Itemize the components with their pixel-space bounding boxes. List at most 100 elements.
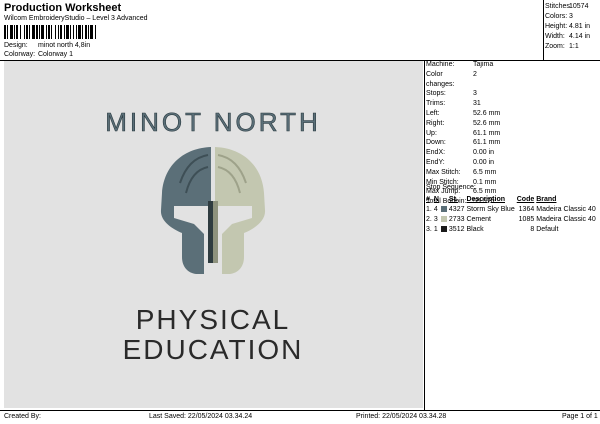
spec-label: Stops: (426, 90, 446, 98)
spec-label: Trims: (426, 100, 446, 108)
spec-label: Max Stitch: (426, 168, 461, 176)
spec-value: 61.1 mm (473, 129, 501, 137)
row-stitches: 3512 (448, 225, 465, 233)
spec-row: Color changes: 2 (426, 70, 500, 90)
barcode (4, 25, 96, 39)
row-stitches: 4327 (448, 205, 465, 213)
table-row: 2. 3 2733 Cement 1085 Madeira Classic 40 (425, 214, 597, 224)
barcode-bar (82, 25, 83, 39)
spec-row: Up: 61.1 mm (426, 129, 500, 139)
spec-label: Left: (426, 109, 440, 117)
barcode-bar (14, 25, 15, 39)
barcode-bar (48, 25, 50, 39)
row-n: 3 (433, 215, 438, 223)
barcode-bar (85, 25, 87, 39)
spec-row: Machine: Tajima (426, 60, 500, 70)
color-swatch (440, 205, 447, 212)
barcode-bar (51, 25, 52, 39)
row-code: 1364 (518, 205, 535, 213)
barcode-bar (64, 25, 65, 39)
footer-divider (0, 410, 600, 411)
spec-row: Right: 52.6 mm (426, 119, 500, 129)
footer-page: Page 1 of 1 (562, 413, 598, 420)
spec-label: Up: (426, 129, 437, 137)
spec-value: 2 (473, 70, 477, 78)
barcode-bar (70, 25, 71, 39)
row-number: 2. (426, 215, 432, 223)
colors-value: 3 (569, 13, 573, 20)
footer-created-by: Created By: (4, 413, 41, 420)
barcode-bar (39, 25, 40, 39)
barcode-bar (7, 25, 8, 39)
table-row: 1. 4 4327 Storm Sky Blue 1364 Madeira Classic… (425, 204, 597, 214)
design-text-education: EDUCATION (123, 334, 304, 365)
color-swatch (440, 215, 447, 222)
barcode-bar (16, 25, 18, 39)
spec-value: 6.5 mm (473, 168, 497, 176)
spec-row: EndY: 0.00 in (426, 158, 500, 168)
barcode-bar (24, 25, 25, 39)
colorway-value: Colorway 1 (37, 51, 73, 58)
design-canvas[interactable]: MINOT NORTH PHYSICAL EDUCATION (4, 61, 423, 408)
spec-row: EndX: 0.00 in (426, 148, 500, 158)
zoom-value: 1:1 (569, 43, 579, 50)
panel-divider (424, 60, 425, 410)
spec-value: 52.6 mm (473, 119, 501, 127)
design-stats: Stitches: 10574 Colors: 3 Height: 4.81 in W… (545, 2, 590, 52)
helmet-eye-left (174, 206, 206, 213)
row-brand: Madeira Classic 40 (536, 205, 596, 213)
col-swatch (440, 194, 448, 204)
col-stitches: St. (448, 195, 458, 203)
design-text-minot-north: MINOT NORTH (105, 107, 320, 137)
row-n: 1 (433, 225, 438, 233)
colors-label: Colors: (545, 13, 568, 20)
col-brand: Brand (536, 195, 557, 203)
col-code: Code (516, 195, 535, 203)
spec-value: 31 (473, 100, 481, 108)
row-brand: Default (536, 225, 559, 233)
height-label: Height: (545, 23, 568, 30)
spec-label: EndY: (426, 158, 445, 166)
spec-label: EndX: (426, 149, 446, 157)
footer-last-saved: Last Saved: 22/05/2024 03.34.24 (149, 413, 253, 420)
col-description: Description (466, 195, 505, 203)
col-n: N (433, 195, 439, 203)
barcode-bar (32, 25, 35, 39)
spec-label: Color changes: (426, 70, 455, 88)
barcode-bar (95, 25, 96, 39)
stitches-label: Stitches: (545, 3, 572, 10)
spec-label: Machine: (426, 61, 455, 68)
spec-row: Left: 52.6 mm (426, 109, 500, 119)
page-title: Production Worksheet (4, 2, 122, 14)
barcode-bar (60, 25, 62, 39)
spec-value: 0.00 in (473, 158, 495, 166)
row-number: 3. (426, 225, 432, 233)
stop-sequence-title: Stop Sequence: (426, 184, 476, 191)
table-row: 3. 1 3512 Black 8 Default (425, 224, 597, 234)
barcode-bar (26, 25, 28, 39)
colorway-info: Colorway: Colorway 1 (4, 51, 73, 58)
barcode-bar (78, 25, 81, 39)
software-subtitle: Wilcom EmbroideryStudio – Level 3 Advanc… (4, 15, 148, 22)
barcode-bar (58, 25, 59, 39)
stitches-value: 10574 (569, 3, 589, 10)
footer-printed: Printed: 22/05/2024 03.34.28 (356, 413, 447, 420)
stats-divider (543, 0, 544, 60)
width-value: 4.14 in (569, 33, 591, 40)
spec-row: Max Stitch: 6.5 mm (426, 168, 500, 178)
zoom-label: Zoom: (545, 43, 565, 50)
row-n: 4 (433, 205, 438, 213)
design-text-physical: PHYSICAL (136, 304, 291, 335)
row-brand: Madeira Classic 40 (536, 215, 596, 223)
barcode-bar (20, 25, 21, 39)
row-swatch (440, 214, 448, 224)
spec-row: Stops: 3 (426, 89, 500, 99)
width-label: Width: (545, 33, 565, 40)
design-info: Design: minot north 4,8in (4, 42, 90, 49)
row-description: Storm Sky Blue (466, 205, 515, 213)
design-value: minot north 4,8in (37, 42, 91, 49)
spec-value: Tajima (473, 61, 494, 68)
barcode-bar (66, 25, 69, 39)
row-stitches: 2733 (448, 215, 465, 223)
barcode-bar (46, 25, 47, 39)
